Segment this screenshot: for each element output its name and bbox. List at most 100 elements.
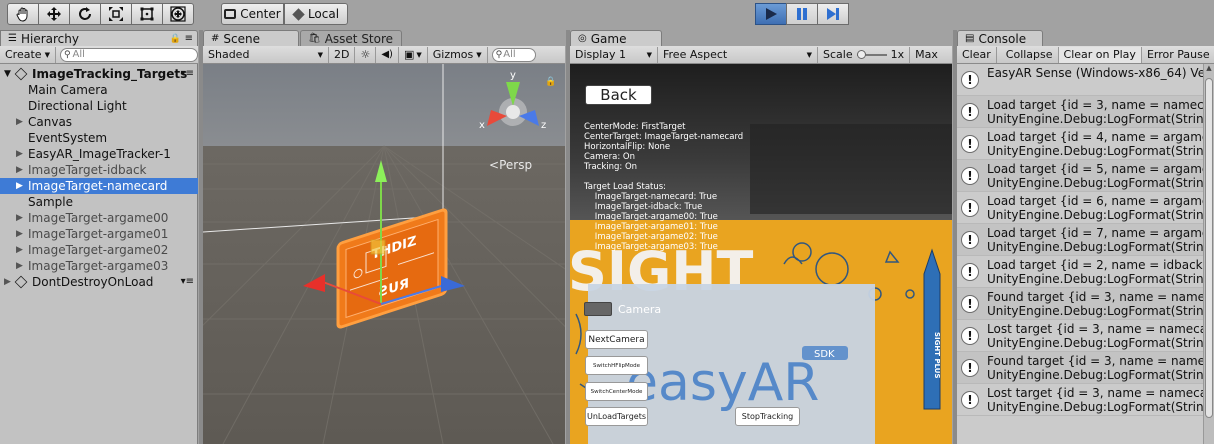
scale-control[interactable]: Scale 1x	[818, 46, 911, 63]
tab-scene[interactable]: # Scene	[203, 30, 299, 46]
camera-toggle-box[interactable]	[584, 302, 612, 316]
hierarchy-search-input[interactable]: ⚲ All	[59, 47, 198, 62]
panel-divider[interactable]	[199, 30, 203, 444]
expand-arrow-icon[interactable]: ▶	[16, 146, 23, 162]
console-log-entry[interactable]: ! Load target {id = 6, name = argame0 Unit…	[957, 192, 1214, 224]
hierarchy-item[interactable]: ▶ ImageTarget-argame01	[0, 226, 198, 242]
console-collapse-button[interactable]: Collapse	[1001, 46, 1059, 63]
console-log-entry[interactable]: ! Lost target {id = 3, name = namecard Uni…	[957, 384, 1214, 416]
log-message: Load target {id = 7, name = argame0	[987, 226, 1214, 240]
pause-button[interactable]	[786, 3, 818, 25]
hierarchy-item[interactable]: ▶ ImageTarget-namecard	[0, 178, 198, 194]
audio-toggle-button[interactable]: ◀)	[376, 46, 399, 63]
gizmos-dropdown[interactable]: Gizmos ▼	[428, 46, 488, 63]
hierarchy-item[interactable]: Directional Light	[0, 98, 198, 114]
scale-slider-thumb[interactable]	[856, 49, 866, 59]
scene-menu-icon[interactable]: ▾≡	[181, 66, 194, 82]
aspect-dropdown[interactable]: Free Aspect ▼	[658, 46, 818, 63]
gizmo-plane-handle[interactable]	[370, 239, 386, 255]
console-log-entry[interactable]: ! Found target {id = 3, name = namecar Uni…	[957, 352, 1214, 384]
panel-divider[interactable]	[566, 30, 570, 444]
switch-hflip-button[interactable]: SwitchHFlipMode	[585, 356, 648, 375]
hierarchy-item[interactable]: ▶ ImageTarget-argame00	[0, 210, 198, 226]
panel-menu-icon[interactable]: ≡	[185, 32, 193, 46]
search-icon: ⚲	[63, 49, 71, 60]
stop-tracking-button[interactable]: StopTracking	[735, 407, 800, 426]
hand-tool-icon[interactable]	[7, 3, 39, 25]
expand-arrow-icon[interactable]: ▶	[16, 178, 23, 194]
console-log-entry[interactable]: ! Found target {id = 3, name = namecar Uni…	[957, 288, 1214, 320]
hierarchy-item[interactable]: ▶ Canvas	[0, 114, 198, 130]
unload-targets-button[interactable]: UnLoadTargets	[585, 407, 648, 426]
expand-arrow-icon[interactable]: ▶	[16, 242, 23, 258]
rotate-tool-icon[interactable]	[69, 3, 101, 25]
effects-dropdown[interactable]: ▣ ▼	[399, 46, 428, 63]
lighting-toggle-button[interactable]: ☼	[355, 46, 377, 63]
panel-divider[interactable]	[953, 30, 957, 444]
error-pause-toggle[interactable]: Error Pause	[1142, 47, 1214, 63]
console-log-entry[interactable]: ! Lost target {id = 3, name = namecard Uni…	[957, 320, 1214, 352]
hierarchy-item[interactable]: ▶ ImageTarget-idback	[0, 162, 198, 178]
expand-arrow-icon[interactable]: ▶	[4, 274, 11, 290]
space-toggle-button[interactable]: Local	[284, 3, 348, 25]
tab-console[interactable]: ▤ Console	[957, 30, 1043, 46]
expand-arrow-icon[interactable]: ▶	[16, 258, 23, 274]
game-viewport[interactable]: SIGHT PLUS SIGHT easyAR SDK Back CenterM…	[570, 64, 952, 444]
shading-mode-dropdown[interactable]: Shaded ▼	[203, 46, 329, 63]
create-dropdown[interactable]: Create ▼	[0, 46, 56, 63]
console-clear-button[interactable]: Clear	[957, 46, 997, 63]
hierarchy-tab-label: Hierarchy	[20, 31, 79, 46]
display-dropdown[interactable]: Display 1 ▼	[570, 46, 658, 63]
scroll-up-arrow[interactable]: ▲	[1204, 64, 1214, 72]
camera-toggle[interactable]: Camera	[584, 302, 661, 316]
scale-tool-icon[interactable]	[100, 3, 132, 25]
shading-label: Shaded	[208, 48, 250, 61]
dont-destroy-row[interactable]: ▶ DontDestroyOnLoad ▾≡	[0, 274, 198, 290]
2d-toggle-button[interactable]: 2D	[329, 46, 356, 63]
scene-menu-icon[interactable]: ▾≡	[181, 274, 194, 290]
clear-on-play-toggle[interactable]: Clear on Play	[1058, 46, 1142, 63]
tab-hierarchy[interactable]: ☰ Hierarchy 🔒 ≡	[0, 30, 198, 46]
move-tool-icon[interactable]	[38, 3, 70, 25]
hierarchy-item[interactable]: Sample	[0, 194, 198, 210]
tab-game[interactable]: ◎ Game	[570, 30, 662, 46]
step-button[interactable]	[817, 3, 849, 25]
expand-arrow-icon[interactable]: ▶	[16, 114, 23, 130]
expand-arrow-icon[interactable]: ▶	[16, 226, 23, 242]
console-log-entry[interactable]: ! Load target {id = 2, name = idback, s Un…	[957, 256, 1214, 288]
hierarchy-item[interactable]: EventSystem	[0, 130, 198, 146]
log-stacktrace: UnityEngine.Debug:LogFormat(String,	[987, 176, 1214, 190]
expand-arrow-icon[interactable]: ▶	[16, 162, 23, 178]
tab-asset-store[interactable]: 🛍 Asset Store	[300, 30, 402, 46]
hierarchy-item[interactable]: ▶ EasyAR_ImageTracker-1	[0, 146, 198, 162]
scrollbar-thumb[interactable]	[1205, 78, 1213, 418]
rect-tool-icon[interactable]	[131, 3, 163, 25]
console-log-entry[interactable]: ! EasyAR Sense (Windows-x86_64) Ver	[957, 64, 1214, 96]
scene-canvas[interactable]: THDIZ ƧUЯ y x z <Persp 🔒	[203, 64, 565, 444]
switch-center-button[interactable]: SwitchCenterMode	[585, 382, 648, 401]
expand-arrow-icon[interactable]: ▶	[16, 210, 23, 226]
scene-root-row[interactable]: ▼ ImageTracking_Targets ▾≡	[0, 66, 198, 82]
console-scrollbar[interactable]: ▲	[1203, 64, 1214, 444]
scale-slider[interactable]	[856, 49, 887, 59]
console-log-entry[interactable]: ! Load target {id = 4, name = argame0 Unit…	[957, 128, 1214, 160]
pivot-toggle-button[interactable]: Center	[221, 3, 284, 25]
hierarchy-item[interactable]: ▶ ImageTarget-argame03	[0, 258, 198, 274]
hierarchy-item[interactable]: Main Camera	[0, 82, 198, 98]
back-button[interactable]: Back	[585, 85, 652, 105]
scene-viewport[interactable]: THDIZ ƧUЯ y x z <Persp 🔒	[203, 64, 565, 444]
scene-search-input[interactable]: ⚲ All	[491, 47, 536, 62]
persp-label[interactable]: <Persp	[489, 158, 532, 172]
console-log-entry[interactable]: ! Load target {id = 5, name = argame0 Unit…	[957, 160, 1214, 192]
scene-lock-icon[interactable]: 🔒	[545, 76, 556, 87]
console-log-entry[interactable]: ! Load target {id = 3, name = namecar Unit…	[957, 96, 1214, 128]
console-toolbar: Clear Collapse Clear on Play Error Pause…	[957, 46, 1214, 64]
hierarchy-item[interactable]: ▶ ImageTarget-argame02	[0, 242, 198, 258]
log-message: Load target {id = 3, name = namecar	[987, 98, 1214, 112]
next-camera-button[interactable]: NextCamera	[585, 330, 648, 349]
expand-arrow-icon[interactable]: ▼	[4, 66, 11, 82]
play-button[interactable]	[755, 3, 787, 25]
maximize-on-play-button[interactable]: Max	[910, 47, 943, 63]
console-log-entry[interactable]: ! Load target {id = 7, name = argame0 Unit…	[957, 224, 1214, 256]
transform-tool-icon[interactable]	[162, 3, 194, 25]
